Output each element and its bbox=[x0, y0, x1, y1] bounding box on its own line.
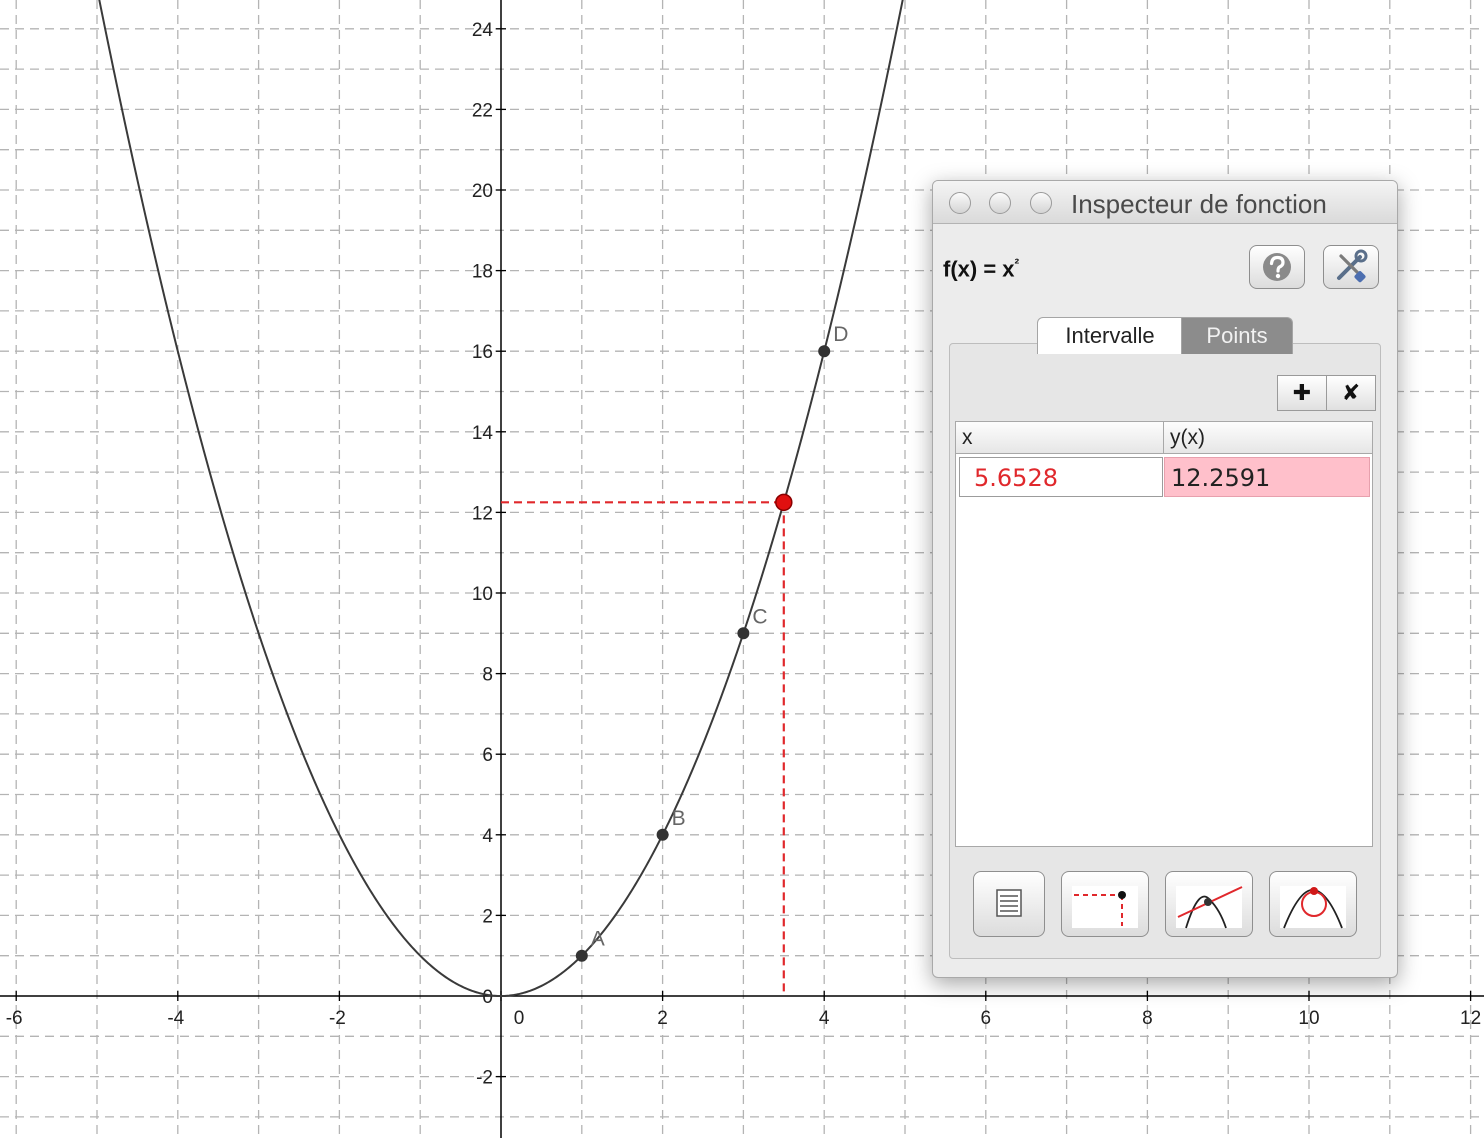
title-bar[interactable]: Inspecteur de fonction bbox=[933, 181, 1397, 224]
function-expression: f(x) = x² bbox=[943, 255, 1020, 282]
tab-points[interactable]: Points bbox=[1181, 317, 1293, 354]
help-icon bbox=[1263, 253, 1291, 281]
osculating-circle-icon bbox=[1280, 886, 1346, 929]
window-title: Inspecteur de fonction bbox=[1071, 189, 1327, 219]
y-tick-label: 16 bbox=[472, 342, 493, 363]
y-tick-label: 20 bbox=[472, 181, 493, 202]
x-tick-label: 4 bbox=[819, 1008, 830, 1029]
trace-lines bbox=[501, 501, 785, 996]
y-tick-label: 6 bbox=[482, 745, 493, 766]
point-label-c: C bbox=[752, 605, 767, 628]
column-header-yx[interactable]: y(x) bbox=[1164, 422, 1372, 454]
x-tick-label: -2 bbox=[329, 1008, 346, 1029]
points-table: x y(x) 5.6528 12.2591 bbox=[955, 421, 1373, 847]
tangent-icon bbox=[1176, 886, 1243, 929]
wrench-screwdriver-icon bbox=[1337, 249, 1368, 283]
table-button[interactable] bbox=[973, 871, 1045, 937]
x-tick-label: 0 bbox=[514, 1008, 525, 1029]
y-tick-label: 4 bbox=[482, 826, 493, 847]
trace-point-button[interactable] bbox=[1061, 871, 1149, 937]
remove-point-button[interactable]: ✘ bbox=[1326, 375, 1376, 411]
point-label-d: D bbox=[833, 323, 848, 346]
close-window-button[interactable] bbox=[949, 192, 971, 214]
y-tick-label: 2 bbox=[482, 906, 493, 927]
tangent-button[interactable] bbox=[1165, 871, 1253, 937]
y-tick-label: 14 bbox=[472, 423, 494, 444]
y-tick-label: 8 bbox=[482, 665, 493, 686]
point-a[interactable] bbox=[575, 949, 588, 962]
y-tick-label: 0 bbox=[482, 987, 493, 1008]
trace-point[interactable] bbox=[775, 493, 793, 512]
x-value-cell[interactable]: 5.6528 bbox=[959, 457, 1163, 497]
point-c[interactable] bbox=[737, 627, 750, 640]
x-tick-label: 10 bbox=[1298, 1008, 1319, 1029]
x-tick-label: 6 bbox=[981, 1008, 992, 1029]
y-tick-label: 24 bbox=[472, 20, 494, 41]
point-b[interactable] bbox=[656, 828, 669, 841]
add-point-button[interactable]: ✚ bbox=[1277, 375, 1327, 411]
yx-value-cell[interactable]: 12.2591 bbox=[1164, 457, 1370, 497]
point-label-a: A bbox=[591, 928, 605, 951]
zoom-window-button[interactable] bbox=[1030, 192, 1052, 214]
x-tick-label: 2 bbox=[657, 1008, 668, 1029]
column-header-x[interactable]: x bbox=[956, 422, 1164, 454]
x-tick-label: 12 bbox=[1460, 1008, 1481, 1029]
osculating-circle-button[interactable] bbox=[1269, 871, 1357, 937]
point-label-b: B bbox=[672, 807, 686, 830]
function-inspector-window[interactable]: Inspecteur de fonction f(x) = x² Interva… bbox=[932, 180, 1398, 978]
settings-button[interactable] bbox=[1323, 245, 1379, 289]
table-icon bbox=[996, 889, 1022, 917]
y-tick-label: -2 bbox=[476, 1068, 493, 1089]
trace-point-icon bbox=[1072, 886, 1138, 928]
minimize-window-button[interactable] bbox=[989, 192, 1011, 214]
point-d[interactable] bbox=[818, 345, 831, 358]
x-tick-label: -4 bbox=[167, 1008, 184, 1029]
x-tick-label: -6 bbox=[6, 1008, 23, 1029]
x-tick-label: 8 bbox=[1142, 1008, 1153, 1029]
y-tick-label: 12 bbox=[472, 503, 493, 524]
y-tick-label: 22 bbox=[472, 100, 493, 121]
y-tick-label: 18 bbox=[472, 262, 493, 283]
y-tick-label: 10 bbox=[472, 584, 493, 605]
tab-intervalle[interactable]: Intervalle bbox=[1037, 317, 1183, 354]
help-button[interactable] bbox=[1249, 245, 1305, 289]
